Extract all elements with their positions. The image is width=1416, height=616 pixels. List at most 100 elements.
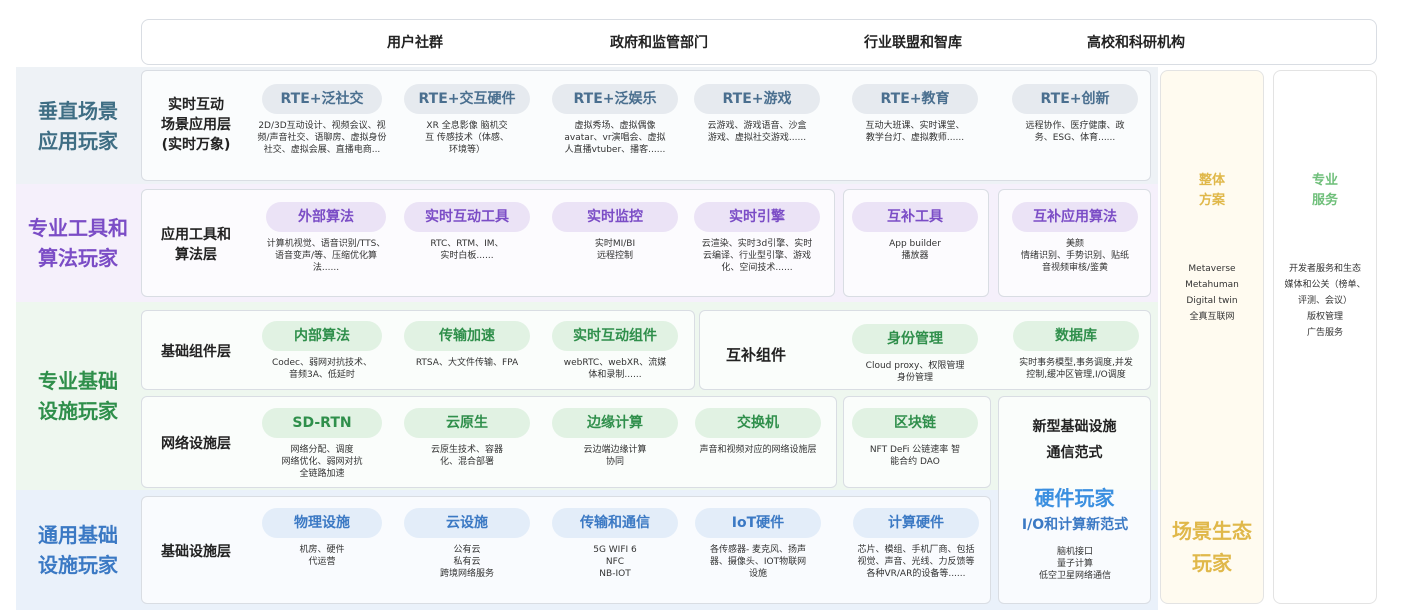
pill-io-compute: I/O和计算新范式 bbox=[1021, 517, 1129, 533]
pill-rte-hardware: RTE+交互硬件 bbox=[404, 84, 530, 114]
card-io-compute: I/O和计算新范式 脑机接口 量子计算 低空卫星网络通信 bbox=[1004, 510, 1146, 582]
card-rte-social: RTE+泛社交 2D/3D互动设计、视频会议、视 频/声音社交、语聊房、虚拟身份… bbox=[252, 84, 392, 156]
desc-compute-hardware: 芯片、模组、手机厂商、包括 视觉、声音、光线、力反馈等 各种VR/AR的设备等.… bbox=[857, 545, 975, 579]
pill-realtime-tools: 实时互动工具 bbox=[404, 202, 530, 232]
scene-ecosystem-column: 整体 方案 Metaverse Metahuman Digital twin 全… bbox=[1160, 70, 1264, 604]
complement-components-label: 互补组件 bbox=[726, 346, 787, 364]
pill-edge-computing: 边缘计算 bbox=[552, 408, 678, 438]
desc-rte-hardware: XR 全息影像 脑机交 互 传感技术（体感、 环境等） bbox=[425, 121, 509, 155]
desc-blockchain: NFT DeFi 公链速率 智 能合约 DAO bbox=[869, 445, 961, 467]
desc-database: 实时事务模型,事务调度,并发 控制,缓冲区管理,I/O调度 bbox=[1019, 358, 1133, 380]
pill-cloud-infra: 云设施 bbox=[404, 508, 530, 538]
pill-database: 数据库 bbox=[1013, 321, 1139, 351]
desc-identity: Cloud proxy、权限管理 身份管理 bbox=[865, 361, 965, 383]
desc-complement-algo: 美颜 情绪识别、手势识别、贴纸 音视频审核/鉴黄 bbox=[1020, 239, 1129, 273]
stakeholder-bar: 用户社群 政府和监管部门 行业联盟和智库 高校和科研机构 bbox=[141, 19, 1377, 65]
card-rte-hardware: RTE+交互硬件 XR 全息影像 脑机交 互 传感技术（体感、 环境等） bbox=[400, 84, 534, 156]
band-label-infra-pro: 专业基础 设施玩家 bbox=[38, 369, 118, 423]
desc-sd-rtn: 网络分配、调度 网络优化、弱网对抗 全链路加速 bbox=[281, 445, 363, 479]
pill-blockchain: 区块链 bbox=[852, 408, 978, 438]
desc-complement-tools: App builder 播放器 bbox=[889, 239, 941, 261]
card-internal-algo: 内部算法 Codec、弱网对抗技术、 音频3A、低延时 bbox=[252, 321, 392, 381]
card-realtime-tools: 实时互动工具 RTC、RTM、IM、 实时白板...... bbox=[400, 202, 534, 262]
card-transmission: 传输和通信 5G WIFI 6 NFC NB-IOT bbox=[548, 508, 682, 580]
card-external-algo: 外部算法 计算机视觉、语音识别/TTS、 语音变声/等、压缩优化算 法.....… bbox=[256, 202, 396, 274]
pill-external-algo: 外部算法 bbox=[266, 202, 386, 232]
card-rte-game: RTE+游戏 云游戏、游戏语音、沙盒 游戏、虚拟社交游戏...... bbox=[690, 84, 824, 144]
desc-rte-social: 2D/3D互动设计、视频会议、视 频/声音社交、语聊房、虚拟身份 社交、虚拟会展… bbox=[257, 121, 387, 155]
card-sd-rtn: SD-RTN 网络分配、调度 网络优化、弱网对抗 全链路加速 bbox=[252, 408, 392, 480]
top-item-government: 政府和监管部门 bbox=[610, 35, 708, 51]
card-realtime-monitor: 实时监控 实时MI/BI 远程控制 bbox=[548, 202, 682, 262]
pill-identity: 身份管理 bbox=[852, 324, 978, 354]
top-item-community: 用户社群 bbox=[387, 35, 443, 51]
pill-complement-algo: 互补应用算法 bbox=[1012, 202, 1138, 232]
layer-label-components: 基础组件层 bbox=[161, 344, 231, 360]
card-transport-accel: 传输加速 RTSA、大文件传输、FPA bbox=[400, 321, 534, 369]
card-switch: 交换机 声音和视频对应的网络设施层 bbox=[688, 408, 828, 456]
card-rte-education: RTE+教育 互动大班课、实时课堂、 教学台灯、虚拟教师...... bbox=[848, 84, 982, 144]
card-cloud-infra: 云设施 公有云 私有云 跨境网络服务 bbox=[400, 508, 534, 580]
desc-switch: 声音和视频对应的网络设施层 bbox=[699, 445, 817, 455]
pill-rte-entertainment: RTE+泛娱乐 bbox=[552, 84, 678, 114]
card-compute-hardware: 计算硬件 芯片、模组、手机厂商、包括 视觉、声音、光线、力反馈等 各种VR/AR… bbox=[844, 508, 988, 580]
card-realtime-component: 实时互动组件 webRTC、webXR、流媒 体和录制...... bbox=[548, 321, 682, 381]
service-list: 开发者服务和生态 媒体和公关（榜单、 评测、会议） 版权管理 广告服务 bbox=[1284, 264, 1366, 338]
desc-rte-game: 云游戏、游戏语音、沙盒 游戏、虚拟社交游戏...... bbox=[707, 121, 807, 143]
top-item-academia: 高校和科研机构 bbox=[1087, 35, 1185, 51]
card-iot: IoT硬件 各传感器- 麦克风、扬声 器、摄像头、IOT物联网 设施 bbox=[688, 508, 828, 580]
desc-realtime-monitor: 实时MI/BI 远程控制 bbox=[594, 239, 636, 261]
pill-realtime-component: 实时互动组件 bbox=[552, 321, 678, 351]
desc-rte-entertainment: 虚拟秀场、虚拟偶像 avatar、vr演唱会、虚拟 人直播vtuber、播客..… bbox=[564, 121, 666, 155]
band-label-general: 通用基础 设施玩家 bbox=[38, 523, 118, 577]
pill-compute-hardware: 计算硬件 bbox=[853, 508, 979, 538]
pill-realtime-engine: 实时引擎 bbox=[694, 202, 820, 232]
professional-service-column: 专业 服务 开发者服务和生态 媒体和公关（榜单、 评测、会议） 版权管理 广告服… bbox=[1273, 70, 1377, 604]
desc-cloud-infra: 公有云 私有云 跨境网络服务 bbox=[439, 545, 494, 579]
desc-edge-computing: 云边端边缘计算 协同 bbox=[583, 445, 647, 467]
service-title: 专业 服务 bbox=[1311, 173, 1338, 208]
desc-realtime-component: webRTC、webXR、流媒 体和录制...... bbox=[563, 358, 667, 380]
desc-realtime-engine: 云渲染、实时3d引擎、实时 云编译、行业型引擎、游戏 化、空间技术...... bbox=[701, 239, 813, 273]
desc-physical: 机房、硬件 代运营 bbox=[299, 545, 345, 567]
card-complement-tools: 互补工具 App builder 播放器 bbox=[848, 202, 982, 262]
desc-realtime-tools: RTC、RTM、IM、 实时白板...... bbox=[430, 239, 504, 261]
scene-solution-title: 整体 方案 bbox=[1198, 173, 1225, 208]
pill-transport-accel: 传输加速 bbox=[404, 321, 530, 351]
pill-iot: IoT硬件 bbox=[695, 508, 821, 538]
card-blockchain: 区块链 NFT DeFi 公链速率 智 能合约 DAO bbox=[848, 408, 982, 468]
pill-switch: 交换机 bbox=[695, 408, 821, 438]
card-realtime-engine: 实时引擎 云渲染、实时3d引擎、实时 云编译、行业型引擎、游戏 化、空间技术..… bbox=[690, 202, 824, 274]
desc-rte-education: 互动大班课、实时课堂、 教学台灯、虚拟教师...... bbox=[865, 121, 965, 143]
pill-physical: 物理设施 bbox=[262, 508, 382, 538]
pill-internal-algo: 内部算法 bbox=[262, 321, 382, 351]
top-item-alliance: 行业联盟和智库 bbox=[864, 35, 962, 51]
pill-rte-social: RTE+泛社交 bbox=[262, 84, 382, 114]
desc-rte-innovation: 远程协作、医疗健康、政 务、ESG、体育...... bbox=[1025, 121, 1125, 143]
band-label-tools: 专业工具和 算法玩家 bbox=[28, 216, 128, 270]
pill-rte-education: RTE+教育 bbox=[852, 84, 978, 114]
hardware-players-label: 硬件玩家 bbox=[1034, 486, 1115, 510]
pill-cloud-native: 云原生 bbox=[404, 408, 530, 438]
card-identity: 身份管理 Cloud proxy、权限管理 身份管理 bbox=[848, 324, 982, 384]
desc-internal-algo: Codec、弱网对抗技术、 音频3A、低延时 bbox=[272, 358, 372, 380]
card-database: 数据库 实时事务模型,事务调度,并发 控制,缓冲区管理,I/O调度 bbox=[1004, 321, 1148, 381]
pill-complement-tools: 互补工具 bbox=[852, 202, 978, 232]
desc-cloud-native: 云原生技术、容器 化、混合部署 bbox=[430, 445, 503, 467]
card-edge-computing: 边缘计算 云边端边缘计算 协同 bbox=[548, 408, 682, 468]
layer-label-tools: 应用工具和 算法层 bbox=[161, 227, 231, 263]
scene-players-label: 场景生态 玩家 bbox=[1172, 519, 1252, 575]
desc-transmission: 5G WIFI 6 NFC NB-IOT bbox=[593, 545, 637, 579]
desc-transport-accel: RTSA、大文件传输、FPA bbox=[415, 358, 519, 368]
band-label-vertical: 垂直场景 应用玩家 bbox=[38, 98, 118, 153]
desc-io-compute: 脑机接口 量子计算 低空卫星网络通信 bbox=[1038, 547, 1111, 581]
desc-external-algo: 计算机视觉、语音识别/TTS、 语音变声/等、压缩优化算 法...... bbox=[266, 239, 386, 273]
card-rte-entertainment: RTE+泛娱乐 虚拟秀场、虚拟偶像 avatar、vr演唱会、虚拟 人直播vtu… bbox=[548, 84, 682, 156]
card-rte-innovation: RTE+创新 远程协作、医疗健康、政 务、ESG、体育...... bbox=[1008, 84, 1142, 144]
pill-rte-game: RTE+游戏 bbox=[694, 84, 820, 114]
card-cloud-native: 云原生 云原生技术、容器 化、混合部署 bbox=[400, 408, 534, 468]
desc-iot: 各传感器- 麦克风、扬声 器、摄像头、IOT物联网 设施 bbox=[709, 545, 807, 579]
layer-label-infra: 基础设施层 bbox=[161, 544, 231, 560]
pill-transmission: 传输和通信 bbox=[552, 508, 678, 538]
pill-sd-rtn: SD-RTN bbox=[262, 408, 382, 438]
